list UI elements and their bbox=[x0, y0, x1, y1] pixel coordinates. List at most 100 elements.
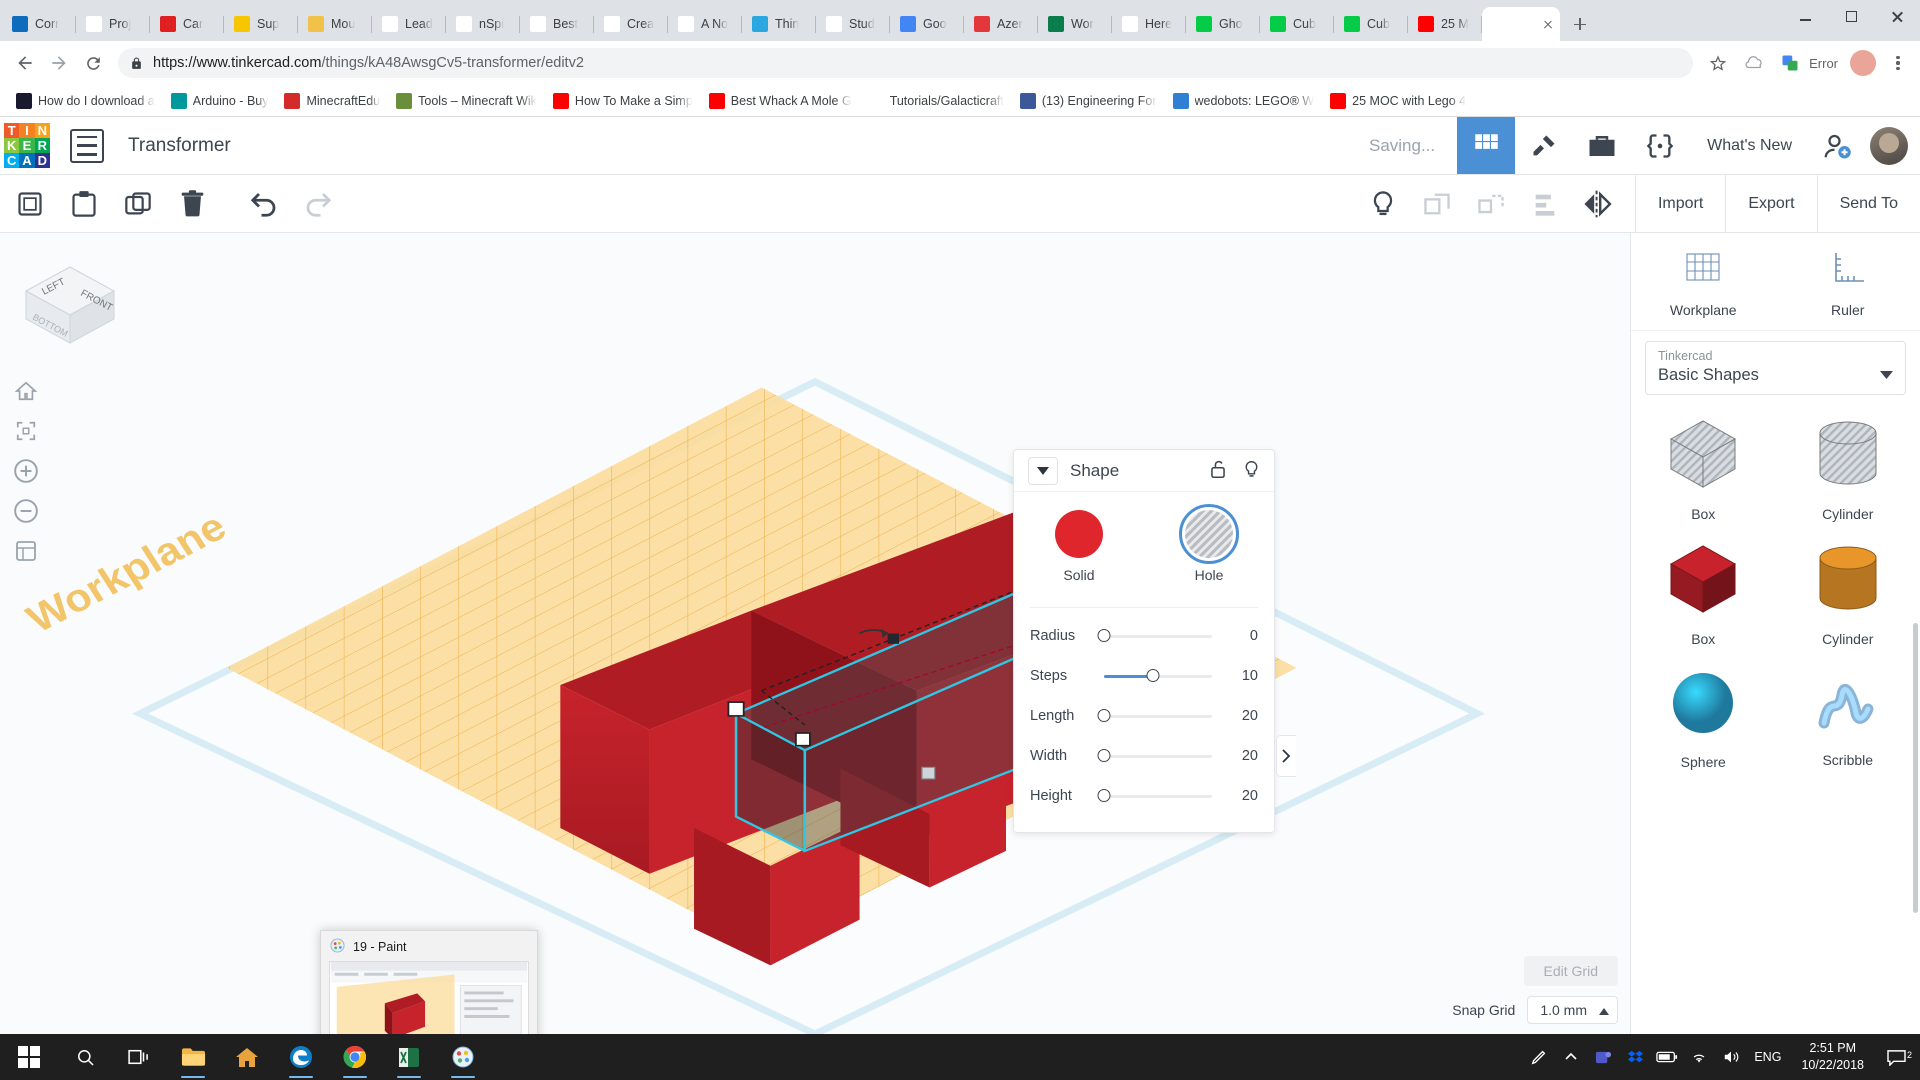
browser-tab[interactable]: Azer bbox=[964, 7, 1038, 41]
browser-tab[interactable]: Proj bbox=[76, 7, 150, 41]
browser-tab[interactable]: nSpi bbox=[446, 7, 520, 41]
view-cube[interactable]: LEFT FRONT BOTTOM bbox=[18, 255, 128, 351]
battery-icon[interactable] bbox=[1652, 1050, 1682, 1064]
shape-item-box[interactable]: Box bbox=[1631, 417, 1776, 522]
ungroup-icon[interactable] bbox=[1467, 183, 1515, 225]
bookmark-item[interactable]: Tools – Minecraft Wik bbox=[388, 88, 545, 114]
browser-tab[interactable]: 25 M bbox=[1408, 7, 1482, 41]
paste-icon[interactable] bbox=[60, 183, 108, 225]
chevron-down-icon[interactable] bbox=[1028, 457, 1058, 485]
file-explorer-icon[interactable] bbox=[166, 1034, 220, 1080]
sidebar-tool-workplane[interactable]: Workplane bbox=[1631, 233, 1776, 330]
edge-icon[interactable] bbox=[274, 1034, 328, 1080]
browser-tab[interactable]: Best bbox=[520, 7, 594, 41]
slider-knob[interactable] bbox=[1098, 709, 1111, 722]
bookmark-item[interactable]: Tutorials/Galacticraft bbox=[860, 88, 1012, 114]
browser-tab[interactable]: Car bbox=[150, 7, 224, 41]
shape-mode-hole[interactable]: Hole bbox=[1144, 510, 1274, 583]
panel-expander-button[interactable] bbox=[1276, 735, 1296, 777]
reload-icon[interactable] bbox=[76, 46, 110, 80]
slider-knob[interactable] bbox=[1098, 629, 1111, 642]
ortho-view-icon[interactable] bbox=[8, 533, 44, 569]
taskbar-clock[interactable]: 2:51 PM 10/22/2018 bbox=[1789, 1040, 1876, 1074]
browser-tab[interactable]: Sup bbox=[224, 7, 298, 41]
project-list-icon[interactable] bbox=[70, 129, 104, 163]
maximize-icon[interactable] bbox=[1828, 0, 1874, 32]
teams-icon[interactable] bbox=[1588, 1049, 1618, 1066]
browser-tab[interactable]: Cub bbox=[1260, 7, 1334, 41]
wifi-icon[interactable] bbox=[1684, 1050, 1714, 1065]
property-value[interactable]: 10 bbox=[1224, 668, 1258, 684]
property-slider[interactable] bbox=[1104, 755, 1212, 758]
bookmark-item[interactable]: wedobots: LEGO® W bbox=[1165, 88, 1323, 114]
task-view-icon[interactable] bbox=[112, 1034, 166, 1080]
browser-tab[interactable]: Lead bbox=[372, 7, 446, 41]
browser-tab[interactable]: Mou bbox=[298, 7, 372, 41]
browser-tab[interactable]: Wor bbox=[1038, 7, 1112, 41]
back-icon[interactable] bbox=[8, 46, 42, 80]
windows-start-icon[interactable] bbox=[0, 1034, 58, 1080]
delete-icon[interactable] bbox=[168, 183, 216, 225]
search-icon[interactable] bbox=[58, 1034, 112, 1080]
browser-tab[interactable]: Gho bbox=[1186, 7, 1260, 41]
bookmark-item[interactable]: MinecraftEdu bbox=[276, 88, 388, 114]
slider-knob[interactable] bbox=[1098, 789, 1111, 802]
whats-new-link[interactable]: What's New bbox=[1689, 137, 1810, 155]
bookmark-item[interactable]: (13) Engineering For bbox=[1012, 88, 1165, 114]
chrome-icon[interactable] bbox=[328, 1034, 382, 1080]
lightbulb-icon[interactable] bbox=[1243, 460, 1260, 482]
bookmark-item[interactable]: How do I download a bbox=[8, 88, 163, 114]
browser-tab-active[interactable] bbox=[1482, 7, 1560, 41]
zoom-in-icon[interactable] bbox=[8, 453, 44, 489]
tinkercad-logo[interactable]: TINKERCAD bbox=[4, 123, 50, 169]
briefcase-icon[interactable] bbox=[1573, 117, 1631, 174]
3d-canvas[interactable]: Workplane bbox=[0, 233, 1630, 1034]
address-bar[interactable]: https://www.tinkercad.com/things/kA48Aws… bbox=[118, 48, 1693, 78]
dropbox-icon[interactable] bbox=[1620, 1049, 1650, 1066]
sidebar-tool-ruler[interactable]: Ruler bbox=[1776, 233, 1920, 330]
chrome-menu-icon[interactable] bbox=[1884, 48, 1912, 78]
browser-tab[interactable]: A No bbox=[668, 7, 742, 41]
align-icon[interactable] bbox=[1521, 183, 1569, 225]
bookmark-item[interactable]: Arduino - Buy bbox=[163, 88, 277, 114]
home-view-icon[interactable] bbox=[8, 373, 44, 409]
codeblocks-icon[interactable] bbox=[1631, 117, 1689, 174]
home-icon[interactable] bbox=[220, 1034, 274, 1080]
profile-avatar[interactable] bbox=[1850, 50, 1876, 76]
paint-icon[interactable] bbox=[436, 1034, 490, 1080]
shape-item-scribble[interactable]: Scribble bbox=[1776, 667, 1920, 770]
export-button[interactable]: Export bbox=[1725, 175, 1816, 232]
shape-item-sphere[interactable]: Sphere bbox=[1631, 667, 1776, 770]
property-slider[interactable] bbox=[1104, 675, 1212, 678]
copy-icon[interactable] bbox=[6, 183, 54, 225]
bookmark-item[interactable]: How To Make a Simp bbox=[545, 88, 701, 114]
pencil-draw-icon[interactable] bbox=[1515, 117, 1573, 174]
shape-item-cylinder[interactable]: Cylinder bbox=[1776, 417, 1920, 522]
collection-select[interactable]: Tinkercad Basic Shapes bbox=[1645, 341, 1906, 395]
minimize-icon[interactable] bbox=[1782, 0, 1828, 32]
slider-knob[interactable] bbox=[1098, 749, 1111, 762]
duplicate-icon[interactable] bbox=[114, 183, 162, 225]
new-tab-button[interactable] bbox=[1566, 10, 1594, 38]
property-value[interactable]: 20 bbox=[1224, 788, 1258, 804]
property-slider[interactable] bbox=[1104, 715, 1212, 718]
action-center-icon[interactable]: 2 bbox=[1878, 1049, 1914, 1066]
forward-icon[interactable] bbox=[42, 46, 76, 80]
edit-grid-button[interactable]: Edit Grid bbox=[1524, 956, 1618, 986]
shape-item-box[interactable]: Box bbox=[1631, 542, 1776, 647]
shape-item-cylinder[interactable]: Cylinder bbox=[1776, 542, 1920, 647]
group-icon[interactable] bbox=[1413, 183, 1461, 225]
show-hidden-icon[interactable] bbox=[1556, 1050, 1586, 1064]
language-indicator[interactable]: ENG bbox=[1748, 1050, 1787, 1064]
snap-grid-select[interactable]: 1.0 mm bbox=[1527, 996, 1618, 1024]
slider-knob[interactable] bbox=[1146, 669, 1159, 682]
tab-close-icon[interactable] bbox=[1540, 16, 1556, 32]
import-button[interactable]: Import bbox=[1635, 175, 1725, 232]
avatar[interactable] bbox=[1870, 127, 1908, 165]
browser-tab[interactable]: Thin bbox=[742, 7, 816, 41]
fit-view-icon[interactable] bbox=[8, 413, 44, 449]
add-user-icon[interactable] bbox=[1810, 131, 1864, 161]
browser-tab[interactable]: Goo bbox=[890, 7, 964, 41]
shape-mode-solid[interactable]: Solid bbox=[1014, 510, 1144, 583]
mirror-icon[interactable] bbox=[1575, 183, 1623, 225]
